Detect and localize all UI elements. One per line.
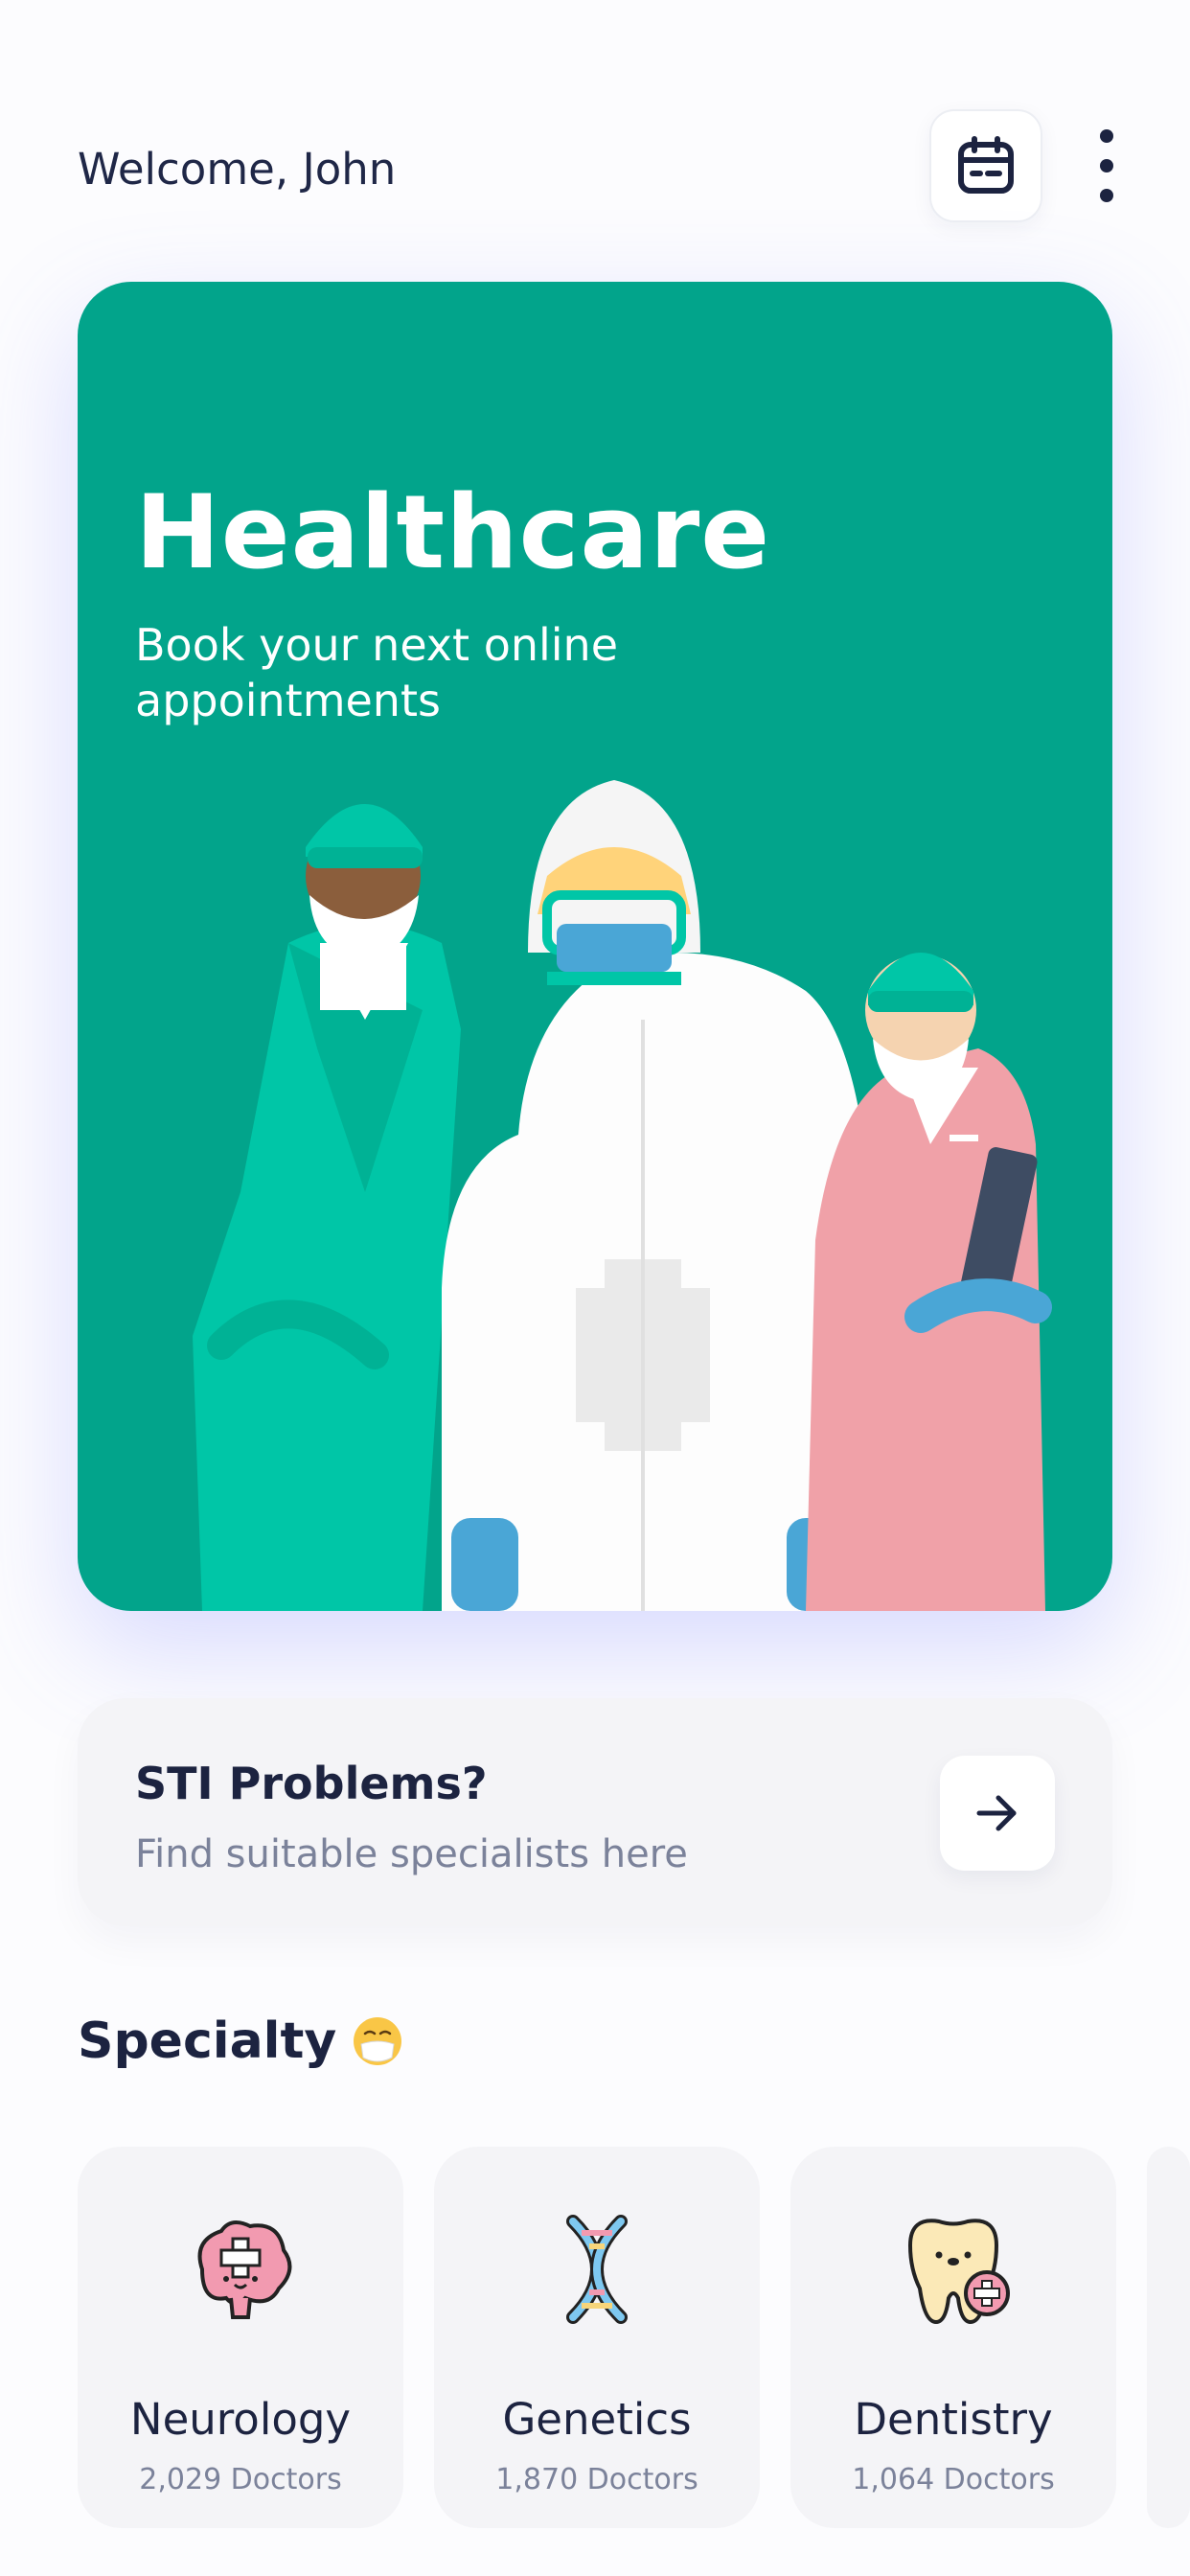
sti-card-subtitle: Find suitable specialists here	[135, 1832, 688, 1876]
mask-face-emoji-icon	[354, 2017, 402, 2065]
tooth-icon	[907, 2219, 1010, 2325]
specialty-heading: Specialty	[78, 2012, 403, 2070]
hero-title: Healthcare	[135, 473, 771, 591]
calendar-button[interactable]	[929, 109, 1042, 222]
specialty-name: Genetics	[502, 2394, 692, 2445]
sti-arrow-button[interactable]	[940, 1756, 1055, 1871]
specialty-doctor-count: 2,029 Doctors	[139, 2463, 342, 2496]
specialty-name: Dentistry	[854, 2394, 1053, 2445]
sti-card-title: STI Problems?	[135, 1758, 488, 1809]
arrow-right-icon	[976, 1795, 1017, 1831]
specialty-title-text: Specialty	[78, 2012, 337, 2070]
specialty-doctor-count: 1,870 Doctors	[495, 2463, 698, 2496]
more-dot	[1100, 189, 1113, 202]
brain-icon	[197, 2220, 292, 2319]
specialty-doctor-count: 1,064 Doctors	[852, 2463, 1055, 2496]
specialty-card-neurology[interactable]: Neurology 2,029 Doctors	[78, 2147, 403, 2528]
more-dot	[1100, 159, 1113, 172]
specialty-name: Neurology	[129, 2394, 352, 2445]
top-bar: Welcome, John	[0, 0, 1190, 249]
hero-banner[interactable]: Healthcare Book your next online appoint…	[78, 282, 1112, 1611]
sti-problems-card[interactable]: STI Problems? Find suitable specialists …	[78, 1698, 1112, 1926]
more-vertical-icon	[1100, 129, 1113, 143]
dna-icon	[566, 2215, 628, 2324]
doctor-left-figure	[193, 804, 461, 1611]
welcome-text: Welcome, John	[78, 144, 397, 195]
specialty-card-partial[interactable]	[1147, 2147, 1190, 2528]
hero-subtitle: Book your next online appointments	[135, 619, 619, 726]
calendar-icon	[958, 136, 1014, 194]
specialty-card-dentistry[interactable]: Dentistry 1,064 Doctors	[790, 2147, 1116, 2528]
doctor-center-figure	[442, 780, 873, 1611]
more-options-button[interactable]	[1083, 129, 1131, 202]
specialty-card-genetics[interactable]: Genetics 1,870 Doctors	[434, 2147, 760, 2528]
